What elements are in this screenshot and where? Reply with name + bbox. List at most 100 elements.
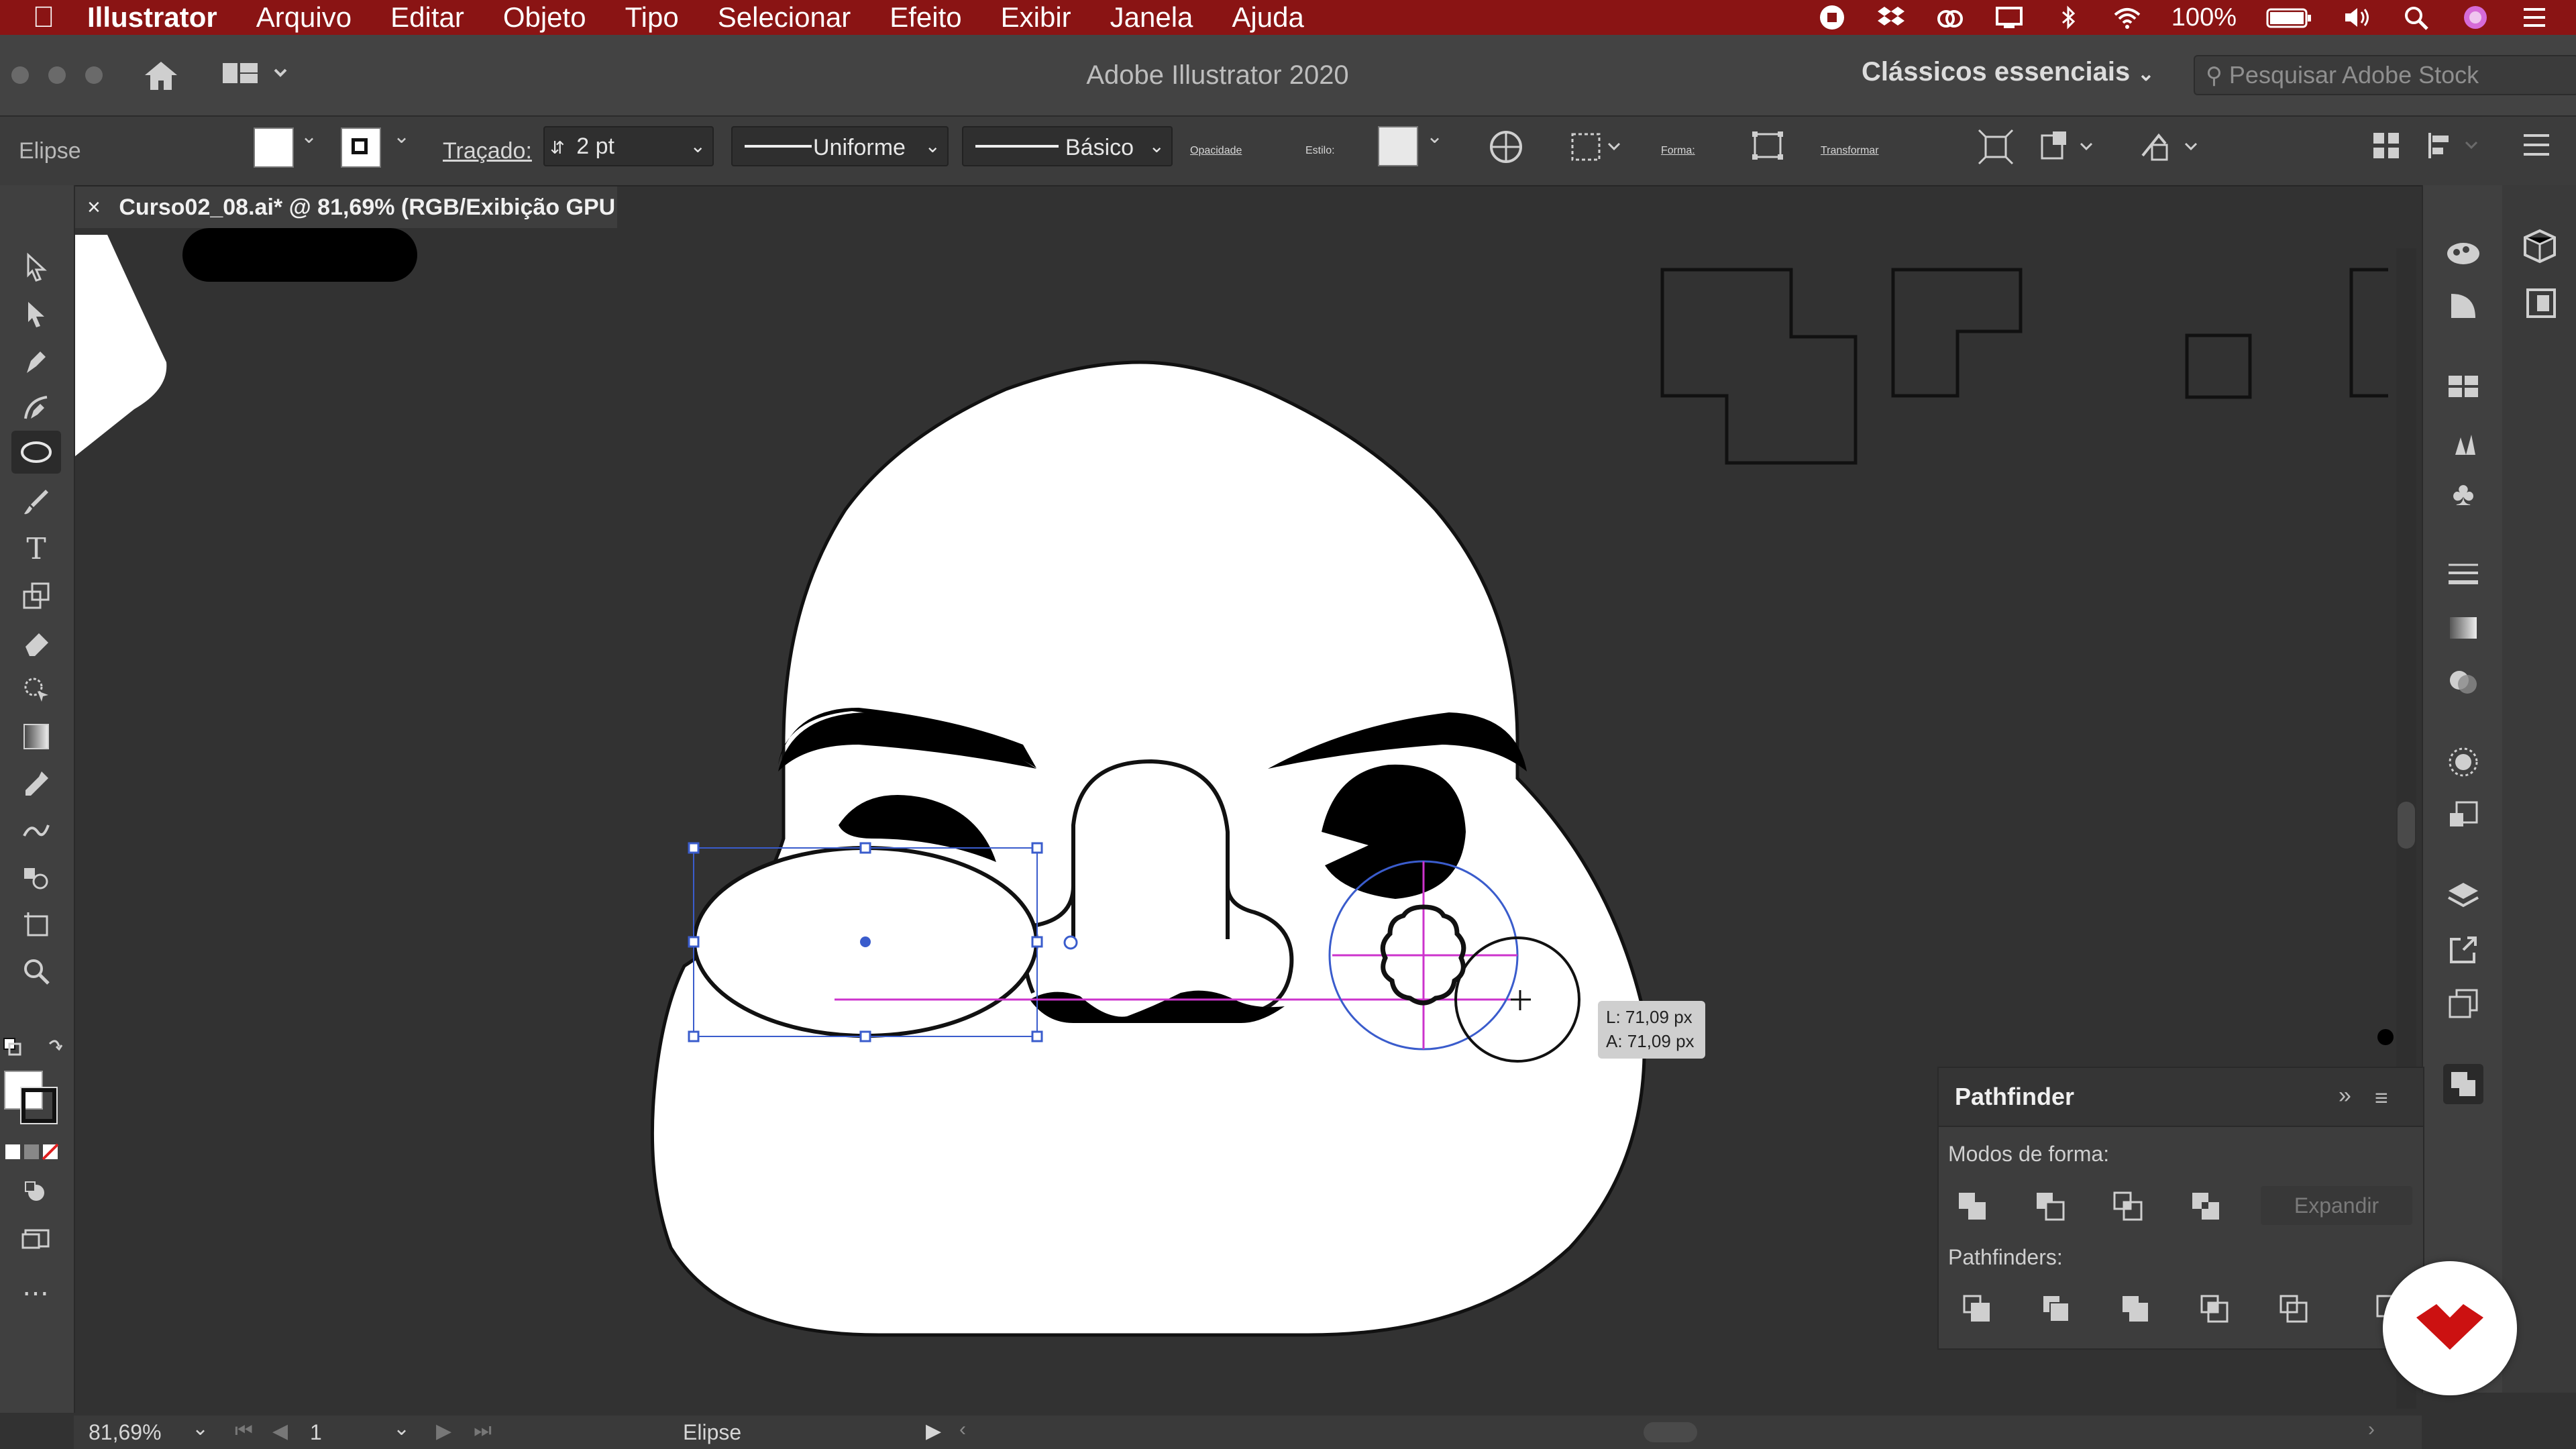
workspace-switcher[interactable]: Clássicos essenciais ⌄ (1862, 35, 2155, 111)
menu-editar[interactable]: Editar (390, 1, 464, 34)
pathfinder-panel-button[interactable] (2443, 1064, 2483, 1104)
stroke-panel-button[interactable] (2443, 554, 2483, 594)
spotlight-search-icon[interactable] (2402, 4, 2431, 31)
unite-button[interactable] (1952, 1186, 1992, 1226)
siri-icon[interactable] (2461, 4, 2490, 31)
divide-button[interactable] (1957, 1289, 1998, 1330)
artboard-tool[interactable] (11, 903, 61, 946)
menu-selecionar[interactable]: Selecionar (718, 1, 851, 34)
stepper-icon[interactable]: ⇵ (550, 138, 565, 158)
fill-swatch[interactable] (254, 127, 294, 168)
selection-tool[interactable] (11, 246, 61, 288)
menu-efeito[interactable]: Efeito (890, 1, 961, 34)
transparency-panel-button[interactable] (2443, 661, 2483, 702)
brushes-panel-button[interactable] (2443, 420, 2483, 460)
align-grid-icon[interactable] (1570, 129, 1626, 165)
blend-tool[interactable] (11, 809, 61, 852)
links-panel-button[interactable] (2525, 287, 2557, 323)
status-text[interactable]: Elipse (683, 1415, 741, 1449)
curvature-tool[interactable] (11, 386, 61, 429)
graphic-styles-panel-button[interactable] (2443, 796, 2483, 836)
color-guide-panel-button[interactable] (2443, 232, 2483, 272)
stroke-weight-label[interactable]: Traçado: (443, 117, 532, 185)
status-menu-arrow-icon[interactable]: ▶ (926, 1419, 941, 1443)
swatches-panel-button[interactable] (2443, 366, 2483, 407)
wifi-icon[interactable] (2112, 4, 2142, 31)
next-artboard-icon[interactable]: ▶ (436, 1419, 451, 1443)
eyedropper-tool[interactable] (11, 762, 61, 805)
paintbrush-tool[interactable] (11, 480, 61, 523)
gradient-swatch-panel-button[interactable] (2443, 608, 2483, 648)
menu-janela[interactable]: Janela (1110, 1, 1193, 34)
outline-button[interactable] (2274, 1289, 2314, 1330)
chevron-down-icon[interactable]: ⌄ (925, 127, 941, 165)
artboard-chevron-down-icon[interactable]: ⌄ (393, 1417, 410, 1440)
chevron-down-icon[interactable]: ⌄ (1149, 127, 1165, 165)
free-transform-tool[interactable] (11, 668, 61, 711)
horizontal-scrollbar-thumb[interactable] (1644, 1422, 1697, 1442)
zoom-tool[interactable] (11, 950, 61, 993)
panel-layout-icon[interactable] (2371, 130, 2402, 161)
expand-button[interactable]: Expandir (2261, 1186, 2412, 1225)
tetromino-outline-2[interactable] (1891, 268, 2023, 398)
menu-objeto[interactable]: Objeto (503, 1, 586, 34)
align-objects-icon[interactable] (2039, 129, 2100, 165)
screen-mode-button[interactable] (11, 1218, 61, 1261)
volume-icon[interactable] (2343, 4, 2372, 31)
menu-exibir[interactable]: Exibir (1001, 1, 1071, 34)
minus-front-button[interactable] (2030, 1186, 2070, 1226)
panel-menu-icon[interactable]: ≡ (2375, 1085, 2388, 1112)
type-tool[interactable]: T (11, 527, 61, 570)
control-menu-icon[interactable] (2521, 131, 2552, 158)
ellipse-tool[interactable] (11, 431, 61, 474)
partial-outline-right[interactable] (2349, 268, 2388, 398)
menu-tipo[interactable]: Tipo (625, 1, 679, 34)
shape-properties-icon[interactable] (1751, 130, 1784, 161)
merge-button[interactable] (2116, 1289, 2156, 1330)
collapse-panel-icon[interactable]: » (2339, 1083, 2351, 1109)
transform-label[interactable]: Transformar (1821, 117, 1879, 185)
appearance-panel-button[interactable] (2443, 742, 2483, 782)
apple-icon[interactable]:  (0, 1, 87, 34)
menu-app-name[interactable]: Illustrator (87, 1, 217, 34)
pen-tool[interactable] (11, 339, 61, 382)
scroll-right-icon[interactable]: › (2368, 1418, 2375, 1441)
puppet-warp-icon[interactable] (2139, 129, 2206, 165)
symbol-sprayer-tool[interactable] (11, 856, 61, 899)
square-outline[interactable] (2185, 333, 2252, 399)
intersect-button[interactable] (2108, 1186, 2148, 1226)
partial-black-shape[interactable] (182, 228, 417, 282)
first-artboard-icon[interactable]: ⏮ (235, 1419, 253, 1442)
shape-label[interactable]: Forma: (1661, 117, 1695, 185)
symbols-panel-button[interactable]: ♣ (2443, 474, 2483, 514)
graphic-style-swatch[interactable] (1378, 126, 1418, 166)
menu-arquivo[interactable]: Arquivo (256, 1, 352, 34)
stroke-dropdown-chevron-icon[interactable]: ⌄ (393, 125, 410, 148)
stroke-color-box[interactable] (20, 1087, 58, 1124)
swap-colors[interactable] (3, 1034, 70, 1065)
battery-icon[interactable] (2266, 4, 2313, 31)
zoom-chevron-down-icon[interactable]: ⌄ (192, 1417, 209, 1440)
crop-button[interactable] (2195, 1289, 2235, 1330)
pie-widget-handle[interactable] (1063, 935, 1078, 950)
scale-tool[interactable] (11, 574, 61, 617)
previous-artboard-icon[interactable]: ◀ (272, 1419, 288, 1443)
asset-export-panel-button[interactable] (2443, 930, 2483, 970)
color-mode-buttons[interactable] (4, 1143, 60, 1164)
bluetooth-icon[interactable] (2053, 4, 2083, 31)
artboard-number[interactable]: 1 (310, 1415, 322, 1449)
control-center-icon[interactable] (2520, 4, 2549, 31)
style-chevron-down-icon[interactable]: ⌄ (1426, 125, 1443, 148)
display-icon[interactable] (1994, 4, 2024, 31)
direct-selection-tool[interactable] (11, 292, 61, 335)
edit-toolbar-button[interactable]: ⋯ (11, 1272, 61, 1315)
artboards-panel-button[interactable] (2443, 983, 2483, 1024)
3d-panel-button[interactable] (2522, 228, 2559, 268)
tetromino-outline-1[interactable] (1660, 268, 1858, 465)
eraser-tool[interactable] (11, 621, 61, 664)
trim-button[interactable] (2037, 1289, 2077, 1330)
isolate-object-icon[interactable] (1978, 129, 2014, 165)
chevron-down-icon[interactable]: ⌄ (690, 127, 706, 165)
stroke-swatch[interactable] (341, 127, 381, 168)
gradient-panel-button[interactable] (2443, 286, 2483, 326)
